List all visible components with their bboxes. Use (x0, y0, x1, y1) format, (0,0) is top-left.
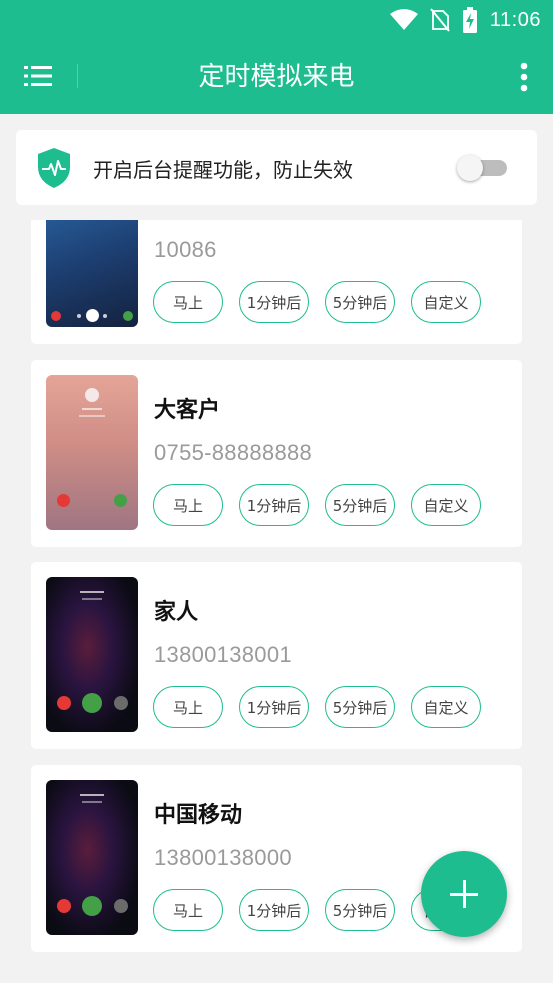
call-1min-button[interactable]: 1分钟后 (239, 484, 309, 526)
call-screen-preview[interactable] (46, 780, 138, 935)
call-now-button[interactable]: 马上 (153, 484, 223, 526)
schedule-buttons: 马上 1分钟后 5分钟后 自定义 (153, 484, 481, 526)
call-screen-preview[interactable] (46, 220, 138, 327)
call-1min-button[interactable]: 1分钟后 (239, 686, 309, 728)
background-reminder-label: 开启后台提醒功能，防止失效 (93, 158, 353, 182)
call-screen-preview[interactable] (46, 577, 138, 732)
contact-card: 大客户 0755-88888888 马上 1分钟后 5分钟后 自定义 (31, 360, 522, 547)
call-1min-button[interactable]: 1分钟后 (239, 281, 309, 323)
add-contact-button[interactable] (421, 851, 507, 937)
call-custom-button[interactable]: 自定义 (411, 686, 481, 728)
call-screen-preview[interactable] (46, 375, 138, 530)
contact-number: 13800138001 (154, 642, 292, 667)
call-5min-button[interactable]: 5分钟后 (325, 281, 395, 323)
status-bar: 11:06 (0, 0, 553, 38)
contact-number: 0755-88888888 (154, 440, 313, 465)
no-sim-icon (430, 8, 450, 32)
call-5min-button[interactable]: 5分钟后 (325, 686, 395, 728)
call-1min-button[interactable]: 1分钟后 (239, 889, 309, 931)
more-vert-icon[interactable] (519, 62, 529, 92)
call-custom-button[interactable]: 自定义 (411, 281, 481, 323)
call-custom-button[interactable]: 自定义 (411, 484, 481, 526)
call-5min-button[interactable]: 5分钟后 (325, 484, 395, 526)
call-now-button[interactable]: 马上 (153, 889, 223, 931)
contact-card: 10086 马上 1分钟后 5分钟后 自定义 (31, 220, 522, 344)
battery-charging-icon (462, 7, 477, 33)
app-bar: 定时模拟来电 (0, 38, 553, 114)
contact-card: 家人 13800138001 马上 1分钟后 5分钟后 自定义 (31, 562, 522, 749)
call-5min-button[interactable]: 5分钟后 (325, 889, 395, 931)
wifi-icon (389, 9, 418, 30)
status-time: 11:06 (489, 8, 541, 31)
call-now-button[interactable]: 马上 (153, 686, 223, 728)
call-now-button[interactable]: 马上 (153, 281, 223, 323)
page-title: 定时模拟来电 (198, 62, 355, 92)
background-reminder-switch[interactable] (457, 155, 507, 181)
contact-number: 10086 (154, 237, 217, 262)
schedule-buttons: 马上 1分钟后 5分钟后 自定义 (153, 281, 481, 323)
switch-thumb (457, 155, 483, 181)
background-reminder-card: 开启后台提醒功能，防止失效 (16, 130, 537, 205)
contact-name: 大客户 (154, 398, 221, 423)
contact-name: 家人 (154, 600, 199, 625)
shield-pulse-icon (38, 148, 70, 188)
schedule-buttons: 马上 1分钟后 5分钟后 自定义 (153, 686, 481, 728)
contact-number: 13800138000 (154, 845, 292, 870)
contact-name: 中国移动 (154, 803, 243, 828)
